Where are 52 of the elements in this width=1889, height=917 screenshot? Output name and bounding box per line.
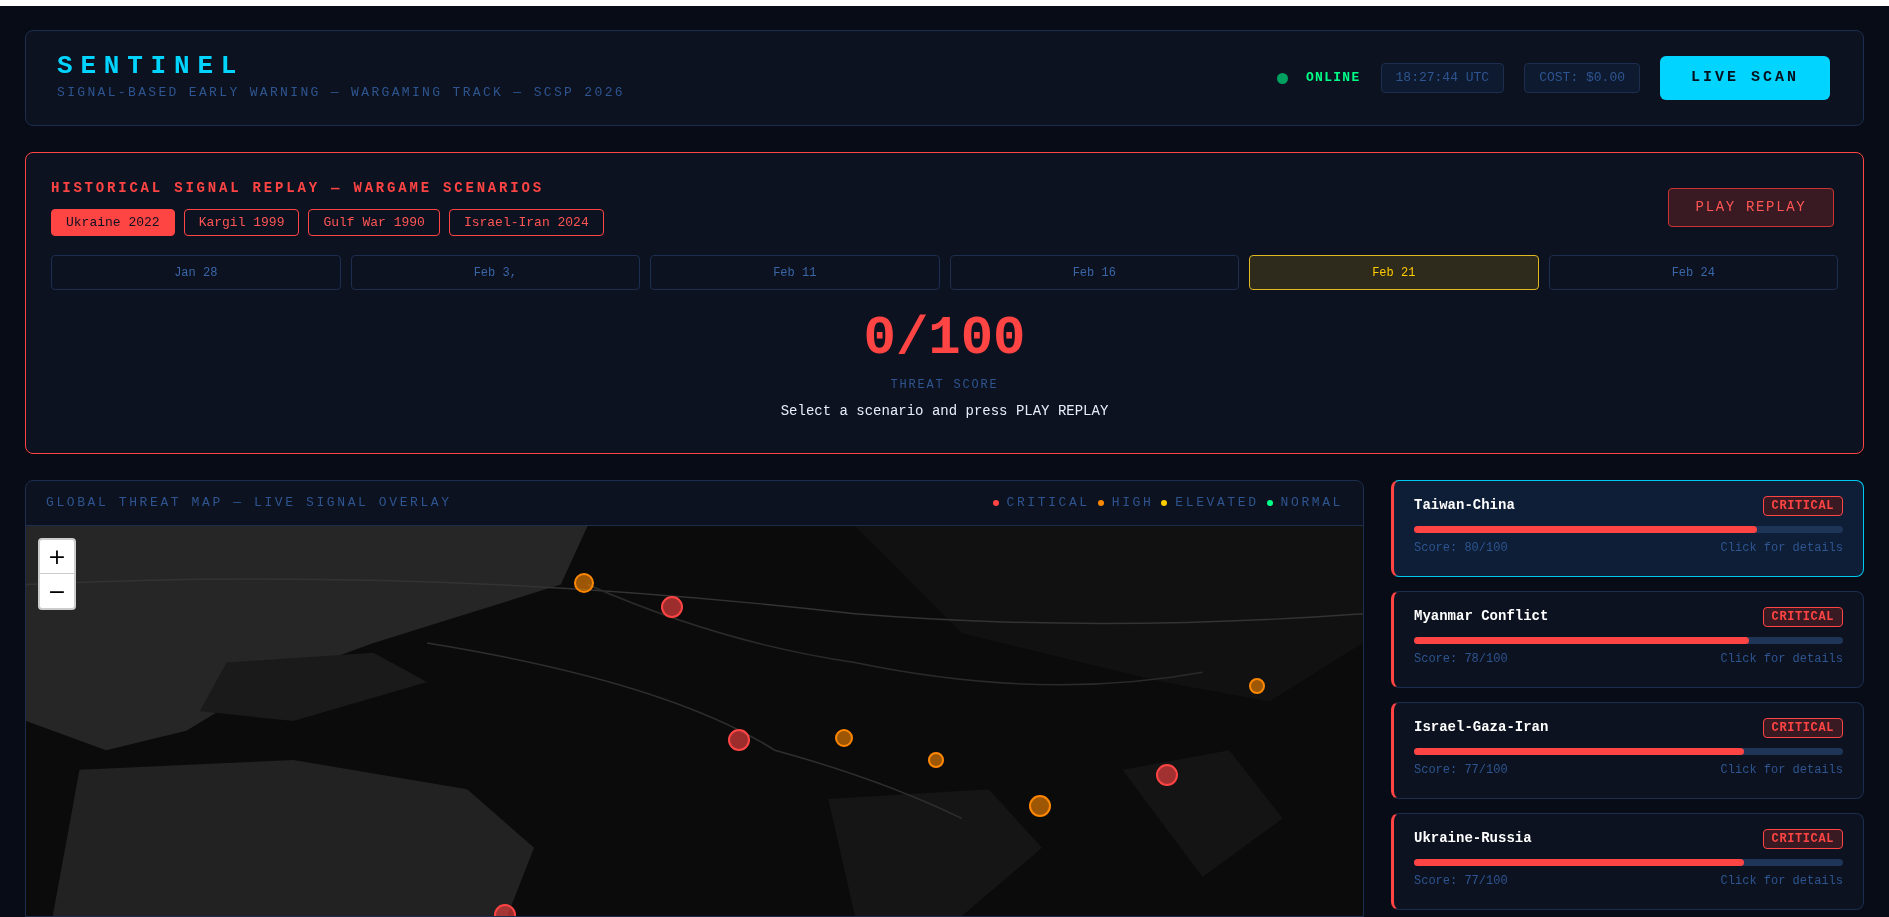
threat-marker[interactable] — [834, 728, 853, 747]
date-step[interactable]: Feb 11 — [650, 255, 940, 290]
scenario-tab[interactable]: Gulf War 1990 — [308, 209, 440, 236]
threat-score-label: THREAT SCORE — [890, 377, 999, 394]
threat-marker[interactable] — [661, 596, 684, 619]
legend-label: CRITICAL — [1006, 494, 1090, 513]
threat-name: Taiwan-China — [1414, 496, 1515, 515]
threat-score: 0/100 — [863, 312, 1026, 366]
severity-badge: CRITICAL — [1762, 717, 1843, 738]
severity-badge: CRITICAL — [1762, 828, 1843, 849]
app-title: SENTINEL — [57, 53, 246, 80]
legend-label: HIGH — [1111, 494, 1154, 513]
zoom-out-button[interactable]: − — [40, 574, 74, 608]
zoom-in-button[interactable]: + — [40, 540, 74, 574]
threat-card[interactable]: Israel-Gaza-Iran CRITICAL Score: 77/100 Click for details — [1391, 702, 1864, 799]
scenario-tab[interactable]: Ukraine 2022 — [51, 209, 175, 236]
threat-name: Myanmar Conflict — [1414, 607, 1549, 626]
date-step[interactable]: Feb 21 — [1249, 255, 1539, 290]
clock-display: 18:27:44 UTC — [1380, 63, 1505, 93]
scenario-tab[interactable]: Israel-Iran 2024 — [448, 209, 604, 236]
cost-display: COST: $0.00 — [1524, 63, 1640, 93]
date-step[interactable]: Feb 24 — [1548, 255, 1838, 290]
threat-marker[interactable] — [574, 572, 595, 593]
threat-marker[interactable] — [1249, 678, 1266, 695]
threat-card[interactable]: Ukraine-Russia CRITICAL Score: 77/100 Click for details — [1391, 813, 1864, 910]
threat-score-text: Score: 77/100 — [1414, 873, 1508, 890]
threat-name: Israel-Gaza-Iran — [1414, 718, 1549, 737]
map-title: GLOBAL THREAT MAP — LIVE SIGNAL OVERLAY — [46, 494, 452, 513]
threat-marker[interactable] — [1028, 795, 1051, 818]
threat-card[interactable]: Taiwan-China CRITICAL Score: 80/100 Click for details — [1391, 480, 1864, 577]
threat-marker[interactable] — [727, 728, 750, 751]
date-step[interactable]: Jan 28 — [51, 255, 341, 290]
replay-hint: Select a scenario and press PLAY REPLAY — [780, 402, 1109, 421]
threat-marker[interactable] — [928, 752, 945, 769]
severity-badge: CRITICAL — [1762, 495, 1843, 516]
threat-name: Ukraine-Russia — [1414, 829, 1532, 848]
scenario-tab[interactable]: Kargil 1999 — [183, 209, 300, 236]
play-replay-button[interactable]: PLAY REPLAY — [1668, 188, 1834, 227]
legend-label: ELEVATED — [1175, 494, 1259, 513]
date-step[interactable]: Feb 3, — [350, 255, 640, 290]
threat-score-text: Score: 78/100 — [1414, 651, 1508, 668]
legend-label: NORMAL — [1280, 494, 1343, 513]
threat-card[interactable]: Myanmar Conflict CRITICAL Score: 78/100 Click for details — [1391, 591, 1864, 688]
live-scan-button[interactable]: LIVE SCAN — [1660, 56, 1830, 100]
threat-marker[interactable] — [1155, 763, 1178, 786]
app-subtitle: SIGNAL-BASED EARLY WARNING — WARGAMING TRACK — SCSP 2026 — [57, 84, 625, 103]
status-label: ONLINE — [1305, 69, 1361, 88]
threat-score-text: Score: 77/100 — [1414, 762, 1508, 779]
replay-title: HISTORICAL SIGNAL REPLAY — WARGAME SCENARIOS — [51, 179, 545, 198]
date-step[interactable]: Feb 16 — [949, 255, 1239, 290]
threat-score-text: Score: 80/100 — [1414, 540, 1508, 557]
severity-badge: CRITICAL — [1762, 606, 1843, 627]
